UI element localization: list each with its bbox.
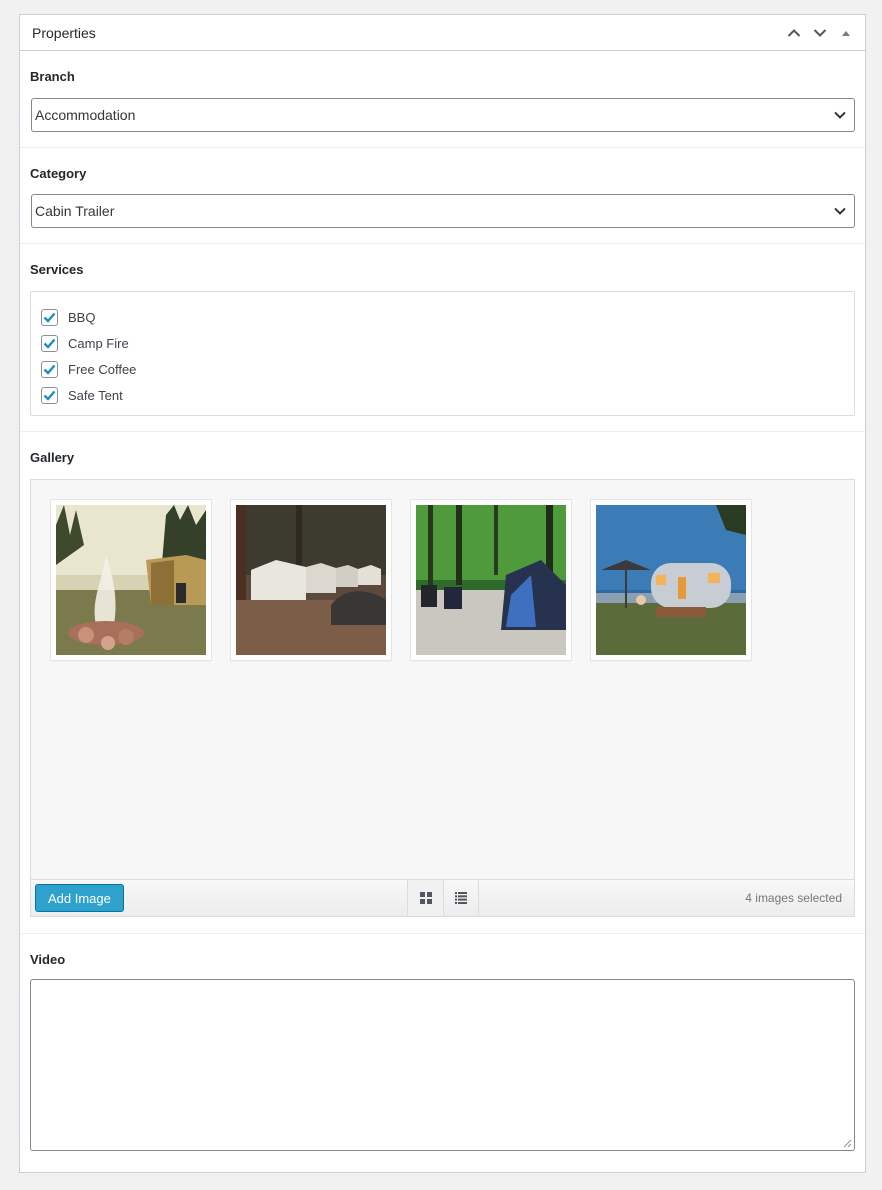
view-toggle (407, 880, 479, 916)
checkmark-icon (43, 390, 56, 401)
service-item-bbq[interactable]: BBQ (41, 304, 844, 330)
gallery-field: Gallery Add Image 4 images selected (20, 432, 865, 934)
gallery-container: Add Image 4 images selected (30, 479, 855, 917)
branch-label: Branch (30, 69, 75, 84)
gallery-toolbar: Add Image 4 images selected (31, 879, 854, 916)
category-select[interactable]: Cabin Trailer (31, 194, 855, 228)
video-label: Video (30, 952, 66, 967)
images-selected-count: 4 images selected (745, 891, 842, 905)
gallery-thumbnail[interactable] (591, 500, 751, 660)
gallery-thumbnail[interactable] (231, 500, 391, 660)
services-label: Services (30, 262, 84, 277)
checkmark-icon (43, 312, 56, 323)
triangle-up-icon[interactable] (833, 15, 859, 51)
grid-view-icon[interactable] (407, 880, 443, 916)
service-item-camp-fire[interactable]: Camp Fire (41, 330, 844, 356)
checkbox[interactable] (41, 386, 58, 404)
checkmark-icon (43, 338, 56, 349)
gallery-label: Gallery (30, 450, 75, 465)
checkbox[interactable] (41, 308, 58, 326)
gallery-thumbnail[interactable] (51, 500, 211, 660)
chevron-up-icon[interactable] (781, 15, 807, 51)
cabin-tents-forest-photo (236, 505, 386, 655)
resize-handle-icon[interactable] (843, 1139, 852, 1148)
branch-select[interactable]: Accommodation (31, 98, 855, 132)
service-label: Safe Tent (68, 387, 123, 403)
branch-selected-value: Accommodation (35, 107, 136, 123)
category-field: Category Cabin Trailer (20, 148, 865, 244)
properties-metabox: Properties Branch Accommodation Category… (19, 14, 866, 1173)
service-item-free-coffee[interactable]: Free Coffee (41, 356, 844, 382)
service-label: Camp Fire (68, 335, 129, 351)
vintage-trailer-dusk-photo (596, 505, 746, 655)
services-checklist: BBQ Camp Fire Free Coffee Safe Tent (30, 291, 855, 416)
checkbox[interactable] (41, 360, 58, 378)
category-selected-value: Cabin Trailer (35, 203, 115, 219)
chevron-down-icon[interactable] (807, 15, 833, 51)
checkbox[interactable] (41, 334, 58, 352)
camping-tent-woods-photo (416, 505, 566, 655)
campfire-tent-photo (56, 505, 206, 655)
add-image-button[interactable]: Add Image (35, 884, 124, 912)
list-view-icon[interactable] (443, 880, 479, 916)
checkmark-icon (43, 364, 56, 375)
gallery-thumbnails (51, 500, 751, 660)
service-item-safe-tent[interactable]: Safe Tent (41, 382, 844, 408)
video-textarea[interactable] (30, 979, 855, 1151)
services-field: Services BBQ Camp Fire Free Coffee Safe … (20, 244, 865, 432)
header-controls (781, 15, 859, 51)
service-label: Free Coffee (68, 361, 137, 377)
branch-field: Branch Accommodation (20, 51, 865, 148)
category-label: Category (30, 166, 87, 181)
metabox-title: Properties (32, 24, 96, 41)
chevron-down-icon (834, 111, 846, 119)
chevron-down-icon (834, 207, 846, 215)
service-label: BBQ (68, 309, 96, 325)
metabox-header: Properties (20, 15, 865, 51)
gallery-thumbnail[interactable] (411, 500, 571, 660)
video-field: Video (20, 934, 865, 1172)
